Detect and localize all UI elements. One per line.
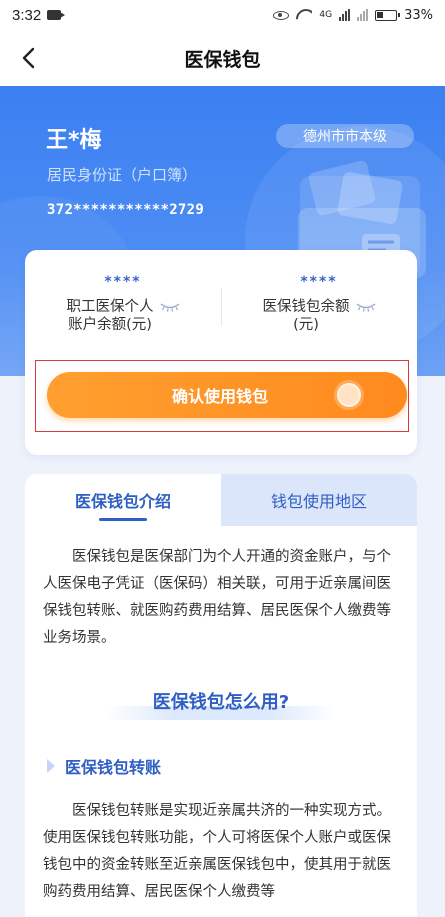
wallet-balance: **** 医保钱包余额 (元): [221, 250, 417, 334]
employee-balance-label-line2: 账户余额(元): [68, 317, 152, 333]
tab-bar: 医保钱包介绍 钱包使用地区: [25, 474, 417, 526]
screen-record-icon: [47, 10, 66, 20]
wifi-icon: [296, 9, 312, 21]
employee-balance: **** 职工医保个人 账户余额(元): [25, 250, 221, 334]
eye-comfort-icon: [273, 10, 290, 20]
confirm-button-label: 确认使用钱包: [171, 387, 268, 406]
wallet-balance-label-line1: 医保钱包余额: [262, 299, 350, 315]
page-title: 医保钱包: [184, 48, 261, 71]
id-number: 372***********2729: [47, 202, 205, 218]
transfer-paragraph: 医保钱包转账是实现近亲属共济的一种实现方式。使用医保钱包转账功能，个人可将医保个…: [43, 803, 391, 900]
signal-icon: [339, 9, 351, 21]
tab-usage-region[interactable]: 钱包使用地区: [221, 474, 417, 526]
toggle-knob-icon: [337, 383, 361, 407]
network-type: 4G: [319, 10, 333, 20]
employee-balance-label-line1: 职工医保个人: [66, 299, 154, 315]
status-bar: 3:32 4G 33%: [0, 0, 445, 30]
wallet-balance-label-line2: (元): [293, 317, 319, 333]
balance-card: **** 职工医保个人 账户余额(元) **** 医保钱包余额 (元) 确认使用…: [25, 250, 417, 455]
id-type: 居民身份证（户口簿）: [47, 166, 198, 184]
nav-bar: 医保钱包: [0, 30, 445, 86]
wallet-balance-label: 医保钱包余额 (元): [263, 298, 350, 334]
battery-icon: [375, 9, 401, 21]
confirm-use-wallet-button[interactable]: 确认使用钱包: [47, 372, 407, 418]
triangle-bullet-icon: [47, 759, 55, 773]
status-time: 3:32: [12, 6, 42, 24]
employee-balance-label: 职工医保个人 账户余额(元): [67, 298, 154, 334]
eye-closed-icon[interactable]: [160, 302, 180, 312]
user-name: 王*梅: [46, 128, 102, 153]
info-card: 医保钱包介绍 钱包使用地区 医保钱包是医保部门为个人开通的资金账户，与个人医保电…: [25, 474, 417, 917]
tab-usage-region-label: 钱包使用地区: [270, 492, 367, 511]
eye-closed-icon[interactable]: [356, 302, 376, 312]
intro-paragraph: 医保钱包是医保部门为个人开通的资金账户，与个人医保电子凭证（医保码）相关联，可用…: [43, 549, 391, 646]
transfer-heading: 医保钱包转账: [25, 754, 417, 778]
tab-wallet-intro-label: 医保钱包介绍: [74, 492, 171, 511]
signal-icon-2: [357, 9, 369, 21]
how-to-use-heading: 医保钱包怎么用?: [106, 686, 336, 726]
how-to-use-heading-text: 医保钱包怎么用?: [152, 692, 290, 713]
region-badge: 德州市市本级: [276, 124, 414, 148]
chevron-left-icon: [22, 47, 35, 69]
tab-active-indicator: [99, 518, 147, 521]
wallet-balance-value: ****: [300, 274, 338, 290]
back-button[interactable]: [16, 46, 40, 70]
employee-balance-value: ****: [104, 274, 142, 290]
transfer-heading-text: 医保钱包转账: [65, 758, 162, 777]
tab-wallet-intro[interactable]: 医保钱包介绍: [25, 474, 221, 526]
battery-percent: 33%: [404, 7, 433, 23]
